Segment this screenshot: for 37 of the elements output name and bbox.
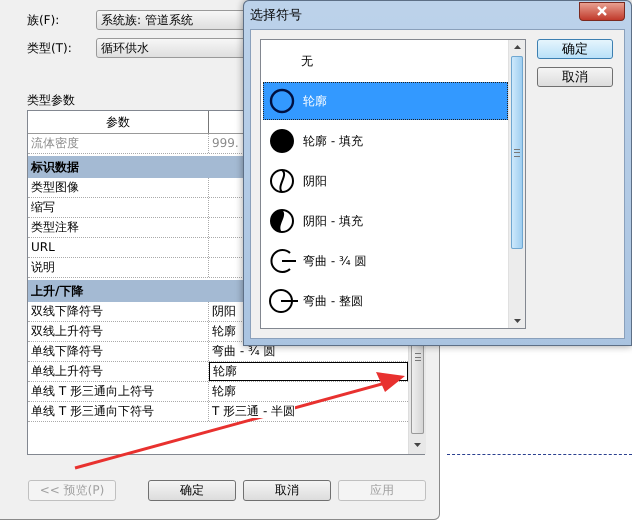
- bend-icon: [269, 248, 297, 274]
- symbol-item[interactable]: 弯曲 - ¾ 圆: [263, 242, 508, 280]
- parameter-name: 双线上升符号: [28, 322, 209, 341]
- parameter-name: 单线 T 形三通向下符号: [28, 402, 209, 421]
- symbol-item[interactable]: 阴阳 - 填充: [263, 202, 508, 240]
- field-label: 类型(T):: [27, 40, 73, 56]
- parameter-value[interactable]: 阴阳: [212, 304, 236, 318]
- close-button[interactable]: [579, 2, 625, 20]
- yin-yang-icon: [269, 168, 295, 194]
- circle-icon: [269, 88, 295, 114]
- parameter-name: 缩写: [28, 198, 209, 217]
- symbol-item[interactable]: 无: [263, 42, 508, 80]
- field-label: 族(F):: [27, 12, 60, 28]
- parameter-name: 类型注释: [28, 218, 209, 237]
- parameter-name: 双线下降符号: [28, 302, 209, 321]
- parameter-value[interactable]: T 形三通 - 半圆: [212, 404, 296, 418]
- parameter-value[interactable]: 轮廓: [212, 384, 236, 398]
- dialog-button[interactable]: 确定: [148, 480, 236, 501]
- bend-circle-icon: [269, 288, 299, 314]
- parameter-name: URL: [28, 238, 209, 257]
- parameter-name: 说明: [28, 258, 209, 277]
- section-title: 类型参数: [27, 92, 75, 109]
- scrollbar[interactable]: [508, 40, 525, 328]
- dialog-button[interactable]: 取消: [243, 480, 331, 501]
- window-title: 选择符号: [250, 7, 302, 24]
- dialog-button[interactable]: 取消: [537, 67, 613, 87]
- parameter-name: 类型图像: [28, 178, 209, 197]
- parameter-name: 单线 T 形三通向上符号: [28, 382, 209, 401]
- parameter-name: 单线上升符号: [28, 362, 209, 381]
- yin-yang-icon: [269, 208, 295, 234]
- parameter-name: 流体密度: [28, 134, 209, 153]
- dialog-button[interactable]: 确定: [537, 39, 613, 59]
- parameter-name: 单线下降符号: [28, 342, 209, 361]
- close-icon: [595, 6, 609, 16]
- filled-circle-icon: [269, 128, 295, 154]
- parameter-value[interactable]: 轮廓: [212, 324, 236, 338]
- parameter-value[interactable]: 弯曲 - ¾ 圆: [212, 344, 276, 358]
